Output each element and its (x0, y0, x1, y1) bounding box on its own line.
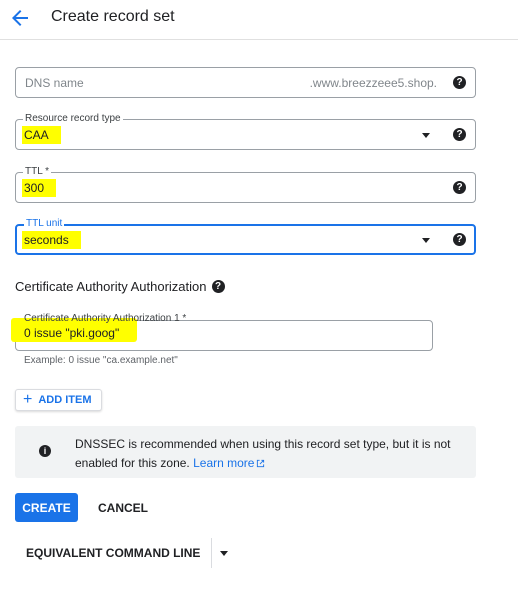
ttl-unit-value: seconds (22, 231, 81, 249)
command-line-label: EQUIVALENT COMMAND LINE (26, 546, 201, 560)
add-item-label: ADD ITEM (38, 394, 92, 406)
caa-field-label: Certificate Authority Authorization 1 * (24, 313, 187, 324)
learn-more-label: Learn more (193, 456, 255, 470)
record-type-select[interactable]: Resource record type CAA ? (15, 113, 476, 150)
record-type-value: CAA (22, 126, 61, 144)
ttl-value: 300 (22, 179, 57, 197)
ttl-unit-select[interactable]: TTL unit seconds ? (15, 218, 476, 255)
equivalent-command-line-button[interactable]: EQUIVALENT COMMAND LINE (20, 538, 229, 568)
dns-name-field[interactable]: DNS name .www.breezzeee5.shop. ? (15, 67, 476, 98)
caa-section-title: Certificate Authority Authorization ? (15, 279, 225, 294)
page-title: Create record set (51, 8, 175, 25)
caa-example-hint: Example: 0 issue "ca.example.net" (24, 355, 178, 366)
ttl-unit-dropdown-icon (422, 238, 430, 243)
external-link-icon (257, 459, 265, 468)
caa-field-value: 0 issue "pki.goog" (24, 326, 120, 340)
caa-section-title-text: Certificate Authority Authorization (15, 279, 207, 294)
dns-name-suffix: .www.breezzeee5.shop. (309, 76, 437, 90)
learn-more-link[interactable]: Learn more (193, 456, 265, 470)
page-header: Create record set (0, 0, 518, 40)
add-item-button[interactable]: + ADD ITEM (15, 389, 102, 411)
record-type-help-icon[interactable]: ? (453, 128, 466, 141)
ttl-label: TTL * (23, 166, 52, 178)
info-icon: i (39, 445, 51, 457)
chevron-down-icon[interactable] (220, 550, 229, 556)
dnssec-info-box: i DNSSEC is recommended when using this … (15, 426, 476, 478)
ttl-unit-help-icon[interactable]: ? (453, 233, 466, 246)
plus-icon: + (23, 391, 33, 408)
dnssec-info-text: DNSSEC is recommended when using this re… (75, 435, 455, 473)
record-type-label: Resource record type (23, 113, 123, 125)
ttl-unit-label: TTL unit (24, 218, 65, 230)
create-button[interactable]: CREATE (15, 493, 78, 522)
ttl-help-icon[interactable]: ? (453, 181, 466, 194)
cancel-button[interactable]: CANCEL (95, 493, 151, 522)
ttl-field[interactable]: TTL * 300 ? (15, 166, 476, 203)
back-arrow-icon[interactable] (8, 6, 32, 30)
command-line-divider (211, 538, 213, 568)
record-type-dropdown-icon (422, 133, 430, 138)
dns-name-help-icon[interactable]: ? (453, 76, 466, 89)
caa-section-help-icon[interactable]: ? (211, 280, 225, 293)
dns-name-placeholder: DNS name (25, 76, 84, 90)
